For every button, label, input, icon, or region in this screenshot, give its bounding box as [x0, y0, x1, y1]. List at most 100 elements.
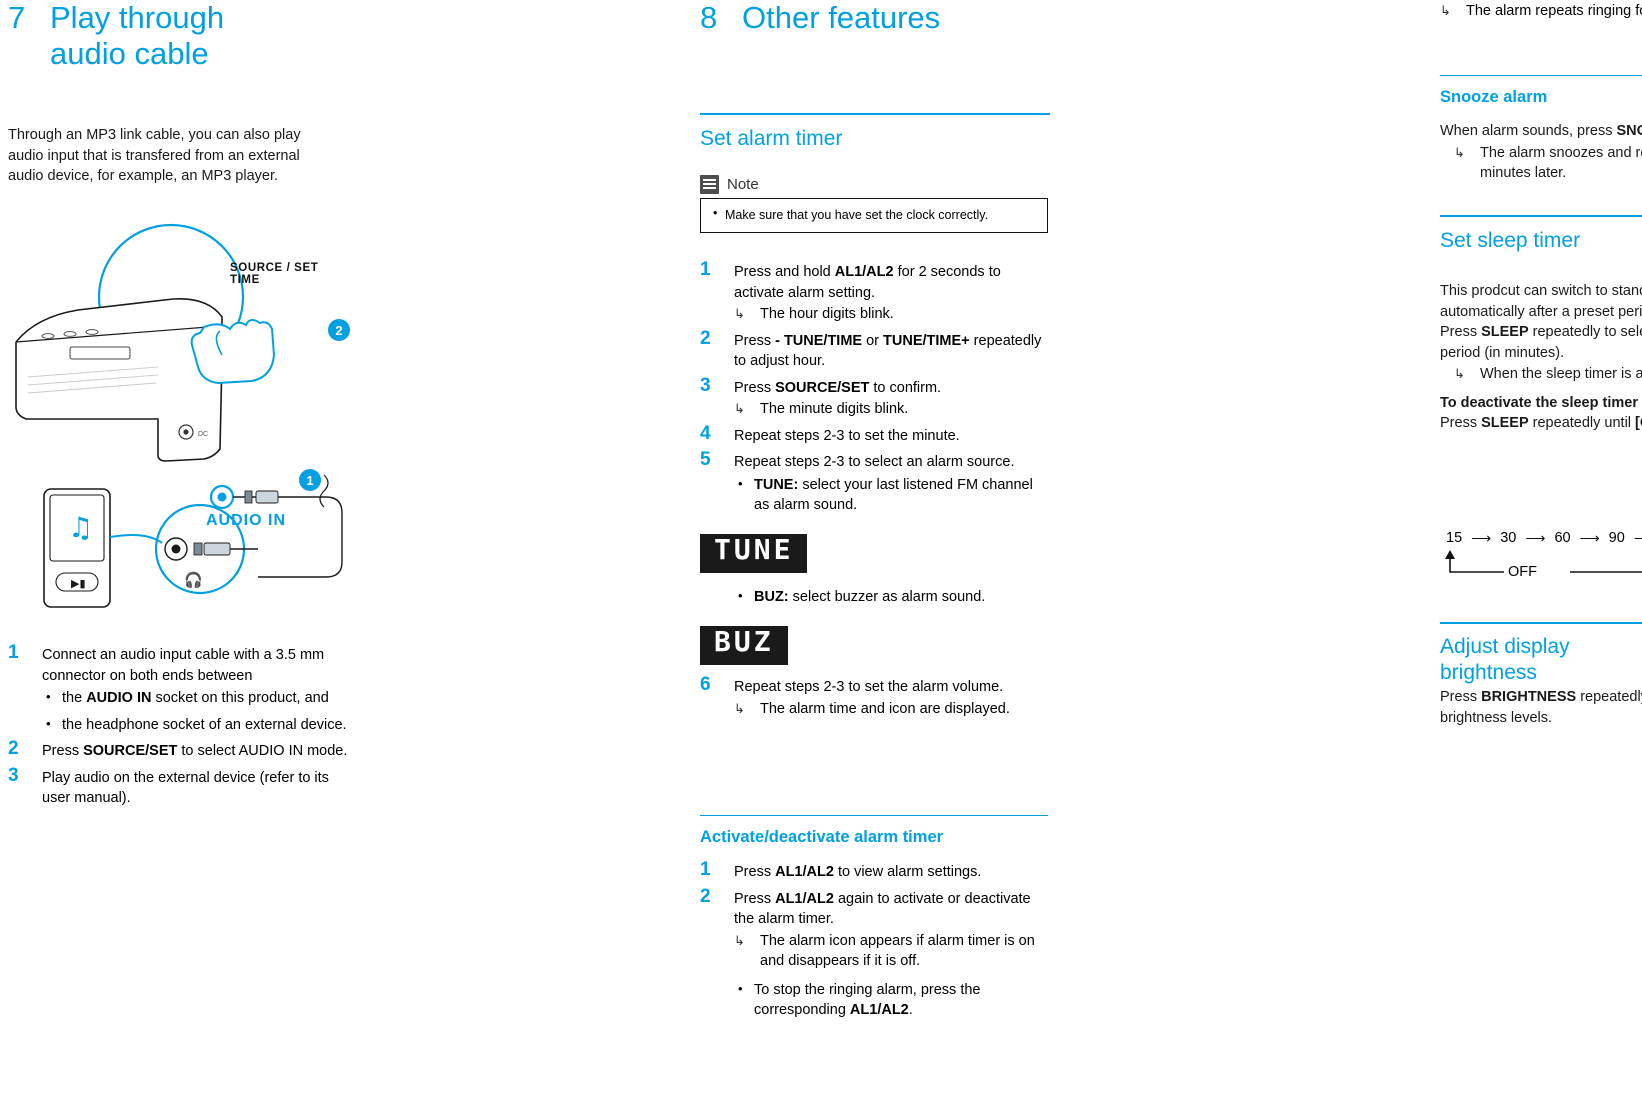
sleep-off-row: OFF [1440, 550, 1642, 584]
chapter-title: Other features [742, 0, 941, 35]
step-item: 2 Press SOURCE/SET to select AUDIO IN mo… [8, 738, 348, 762]
step-text-pre: Press [42, 743, 84, 759]
chapter-7-heading: 7 Play through audio cable [8, 0, 348, 72]
step-text: Repeat steps 2-3 to set the alarm volume… [734, 679, 1004, 695]
step-text-bold: AL1/AL2 [775, 890, 834, 907]
step-text: Connect an audio input cable with a 3.5 … [42, 647, 325, 684]
arrow-right-icon: ⟶ [1525, 530, 1546, 546]
step-text-pre: Press [734, 332, 776, 349]
step-number: 1 [700, 859, 711, 880]
sleep-p2-bold: SLEEP [1481, 324, 1529, 340]
bullet-text: select buzzer as alarm sound. [788, 589, 986, 605]
section-title-set-sleep-timer: Set sleep timer [1440, 229, 1581, 252]
note-text: Make sure that you have set the clock co… [711, 205, 1037, 223]
step-item: 3 Press SOURCE/SET to confirm. ↳ The minu… [700, 375, 1048, 420]
deactivate-title-text: To deactivate the sleep timer [1440, 394, 1638, 411]
sleep-value: 15 [1446, 530, 1463, 546]
step-bullet: TUNE: select your last listened FM chann… [734, 474, 1048, 516]
bullet-bold: AUDIO IN [86, 690, 152, 706]
step-result: ↳ The alarm repeats ringing for the next … [1440, 1, 1642, 22]
step-bullet: BUZ: select buzzer as alarm sound. [734, 586, 1048, 608]
lcd-display-buz: BUZ [700, 624, 788, 665]
chapter-8-heading: 8 Other features [700, 0, 940, 36]
step-number: 4 [700, 422, 711, 444]
left-steps: 1 Connect an audio input cable with a 3.… [8, 642, 348, 815]
lcd-text: BUZ [714, 624, 774, 658]
subsection-title-activate-deactivate: Activate/deactivate alarm timer [700, 828, 944, 846]
step-item: 2 Press AL1/AL2 again to activate or dea… [700, 885, 1048, 1021]
deact-pre: Press [1440, 415, 1482, 431]
step-number: 1 [8, 642, 19, 663]
snooze-pre: When alarm sounds, press [1440, 123, 1617, 139]
step-number: 3 [8, 764, 19, 786]
step-result-text: The alarm snoozes and repeats ringing ni… [1480, 144, 1642, 182]
step-number: 2 [8, 738, 19, 759]
subsection-title-snooze-alarm: Snooze alarm [1440, 88, 1548, 106]
step-text-bold: - TUNE/TIME [775, 332, 863, 349]
note-body: Make sure that you have set the clock co… [700, 199, 1048, 233]
arrow-icon: ↳ [734, 306, 745, 321]
chapter-title: 7 Play through audio cable [8, 0, 348, 72]
step-item: 6 Repeat steps 2-3 to set the alarm volu… [700, 674, 1048, 720]
sleep-p2-pre: Press [1440, 324, 1482, 340]
callout-badge-2: 2 [328, 319, 350, 341]
step-item: 4 Repeat steps 2-3 to set the minute. [700, 422, 1048, 447]
step-text: Play audio on the external device (refer… [42, 769, 329, 807]
callout-badge-1: 1 [299, 469, 321, 491]
step-text-bold2: TUNE/TIME+ [883, 332, 970, 349]
chapter-number: 7 [8, 0, 26, 35]
step-number: 5 [700, 449, 711, 470]
bullet-pre: the [62, 690, 87, 706]
step-result: ↳ The alarm time and icon are displayed. [734, 699, 1048, 720]
sleep-timer-values: 15 ⟶ 30 ⟶ 60 ⟶ 90 ⟶ 120 [1440, 528, 1642, 548]
step-item: 2 Press - TUNE/TIME or TUNE/TIME+ repeat… [700, 328, 1048, 372]
subsection-rule [700, 815, 1048, 816]
step-bullet: the headphone socket of an external devi… [42, 714, 348, 736]
step-item: 1 Connect an audio input cable with a 3.… [8, 642, 348, 736]
svg-text:🎧: 🎧 [184, 571, 203, 589]
step-text: Repeat steps 2-3 to select an alarm sour… [734, 454, 1015, 470]
section-title-set-alarm-timer: Set alarm timer [700, 127, 843, 150]
step-result: ↳ The alarm icon appears if alarm timer … [734, 931, 1048, 972]
step-number: 2 [700, 885, 711, 907]
brightness-paragraph: Press BRIGHTNESS repeatedly to select di… [1440, 687, 1642, 728]
step-number: 1 [700, 259, 711, 280]
sleep-value: 90 [1608, 530, 1625, 546]
step-result-text: The alarm time and icon are displayed. [760, 700, 1010, 717]
snooze-paragraph: When alarm sounds, press SNOOZE. ↳The al… [1440, 121, 1642, 184]
arrow-right-icon: ⟶ [1634, 528, 1642, 548]
arrow-right-icon: ⟶ [1579, 530, 1600, 546]
bullet-bold: AL1/AL2 [849, 1002, 909, 1018]
deact-bold: SLEEP [1481, 415, 1529, 431]
section-title-adjust-brightness: Adjust display brightness [1440, 635, 1570, 684]
arrow-icon: ↳ [1454, 366, 1465, 381]
arrow-icon: ↳ [734, 700, 745, 716]
label-audio-in: AUDIO IN [206, 512, 286, 529]
step-result-text: The alarm repeats ringing for the next d… [1466, 3, 1642, 19]
sleep-p1: This prodcut can switch to standby mode … [1440, 283, 1642, 320]
sleep-value: 30 [1500, 530, 1517, 546]
alarm-steps: 1 Press and hold AL1/AL2 for 2 seconds t… [700, 259, 1048, 725]
manual-page: 7 Play through audio cable Through an MP3… [0, 0, 1642, 1113]
note-label: Note [727, 176, 759, 193]
step-text: Repeat steps 2-3 to set the minute. [734, 427, 960, 444]
label-source-set-time: SOURCE / SET TIME [230, 262, 319, 286]
step-item: 5 Repeat steps 2-3 to select an alarm so… [700, 449, 1048, 665]
svg-text:♫: ♫ [68, 511, 93, 544]
arrow-icon: ↳ [1454, 144, 1465, 160]
step-bullet: the AUDIO IN socket on this product, and [42, 687, 348, 709]
bullet-pre: the headphone socket of an external devi… [62, 716, 347, 733]
step-result: ↳ The hour digits blink. [734, 304, 1048, 325]
step-text-bold: SOURCE/SET [775, 379, 870, 396]
step-text-mid: or [862, 332, 884, 349]
chapter-title-line1: Play through [50, 0, 225, 35]
step-text-post: to confirm. [869, 379, 942, 396]
arrow-icon: ↳ [734, 401, 745, 416]
audio-cable-illustration: DC ♫ ▶▮ 🎧 SOURCE / SET TIME AUDIO IN 2 1 [8, 207, 350, 608]
step-item: 1 Press and hold AL1/AL2 for 2 seconds t… [700, 259, 1048, 325]
step-text-bold: AL1/AL2 [775, 864, 834, 880]
step-result-text: The hour digits blink. [760, 306, 894, 322]
step-number: 6 [700, 674, 711, 695]
subsection-rule [1440, 75, 1642, 76]
step-bullet: To stop the ringing alarm, press the cor… [734, 979, 1048, 1021]
